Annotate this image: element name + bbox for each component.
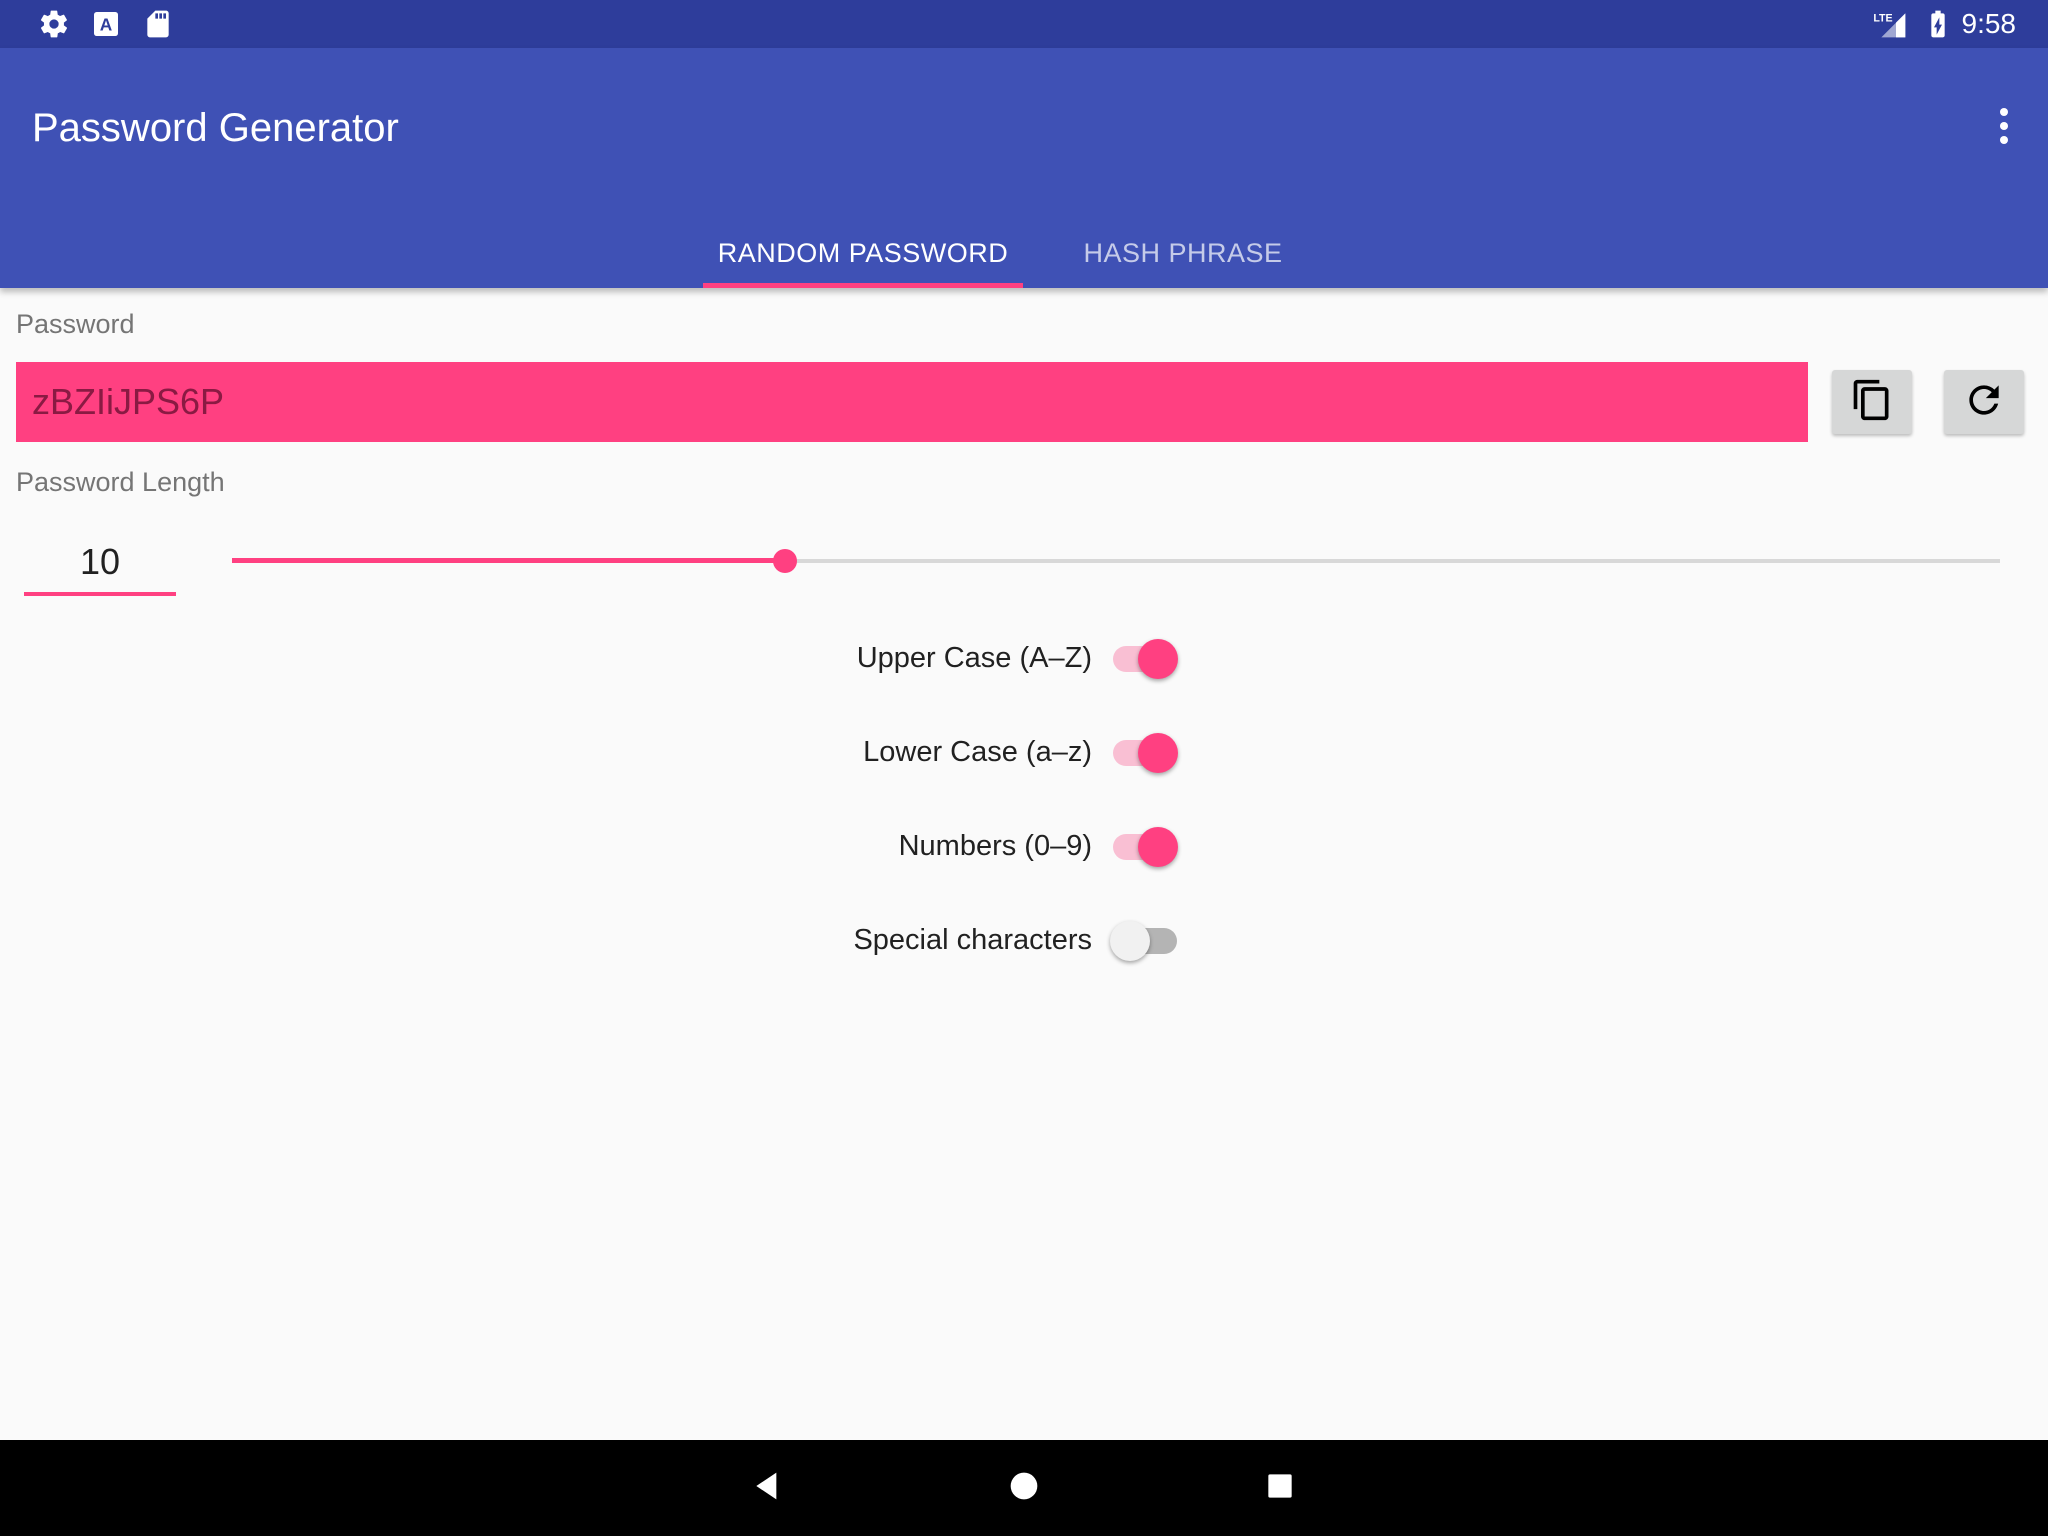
option-lower-case: Lower Case (a–z) bbox=[0, 722, 2048, 782]
refresh-icon bbox=[1962, 378, 2006, 427]
slider-fill bbox=[232, 558, 786, 563]
regenerate-button[interactable] bbox=[1944, 370, 2024, 434]
content-copy-icon bbox=[1850, 378, 1894, 427]
tab-bar: RANDOM PASSWORD HASH PHRASE bbox=[0, 218, 2048, 288]
text-a-icon: A bbox=[90, 8, 122, 40]
tab-hash-phrase[interactable]: HASH PHRASE bbox=[1023, 218, 1343, 288]
slider-thumb[interactable] bbox=[773, 549, 798, 573]
battery-charging-icon bbox=[1922, 8, 1954, 40]
sd-card-icon bbox=[142, 8, 174, 40]
svg-text:LTE: LTE bbox=[1873, 12, 1892, 24]
copy-button[interactable] bbox=[1832, 370, 1912, 434]
password-label: Password bbox=[16, 309, 135, 339]
switch-thumb bbox=[1138, 827, 1178, 867]
tab-random-password[interactable]: RANDOM PASSWORD bbox=[703, 218, 1023, 288]
navigation-bar bbox=[0, 1440, 2048, 1536]
option-numbers: Numbers (0–9) bbox=[0, 816, 2048, 876]
switch-thumb bbox=[1138, 639, 1178, 679]
password-value[interactable]: zBZIiJPS6P bbox=[32, 381, 224, 423]
recents-icon bbox=[1260, 1466, 1300, 1511]
app-title: Password Generator bbox=[32, 106, 399, 150]
back-icon bbox=[748, 1466, 788, 1511]
status-bar: A LTE 9:58 bbox=[0, 0, 2048, 48]
app-bar: Password Generator RANDOM PASSWORD HASH … bbox=[0, 48, 2048, 288]
home-icon bbox=[1004, 1466, 1044, 1511]
option-label: Special characters bbox=[853, 924, 1092, 956]
length-input[interactable]: 10 bbox=[24, 532, 176, 596]
home-button[interactable] bbox=[992, 1456, 1056, 1520]
numbers-switch[interactable] bbox=[1110, 816, 1180, 876]
option-special-characters: Special characters bbox=[0, 910, 2048, 970]
overflow-menu-button[interactable] bbox=[1972, 96, 2036, 160]
upper-case-switch[interactable] bbox=[1110, 628, 1180, 688]
tab-indicator bbox=[703, 283, 1023, 288]
svg-text:A: A bbox=[100, 15, 113, 35]
lte-signal-icon: LTE bbox=[1872, 8, 1906, 40]
option-label: Lower Case (a–z) bbox=[863, 736, 1092, 768]
password-field[interactable]: zBZIiJPS6P bbox=[16, 362, 1808, 442]
back-button[interactable] bbox=[736, 1456, 800, 1520]
status-time: 9:58 bbox=[1961, 8, 2017, 39]
special-characters-switch[interactable] bbox=[1110, 910, 1180, 970]
option-upper-case: Upper Case (A–Z) bbox=[0, 628, 2048, 688]
length-slider[interactable] bbox=[232, 536, 2000, 586]
settings-icon bbox=[38, 8, 70, 40]
option-label: Upper Case (A–Z) bbox=[856, 642, 1092, 674]
more-vert-icon bbox=[1980, 102, 2028, 155]
switch-thumb bbox=[1110, 921, 1150, 961]
option-label: Numbers (0–9) bbox=[898, 830, 1092, 862]
password-length-label: Password Length bbox=[16, 467, 225, 497]
switch-thumb bbox=[1138, 733, 1178, 773]
lower-case-switch[interactable] bbox=[1110, 722, 1180, 782]
recents-button[interactable] bbox=[1248, 1456, 1312, 1520]
